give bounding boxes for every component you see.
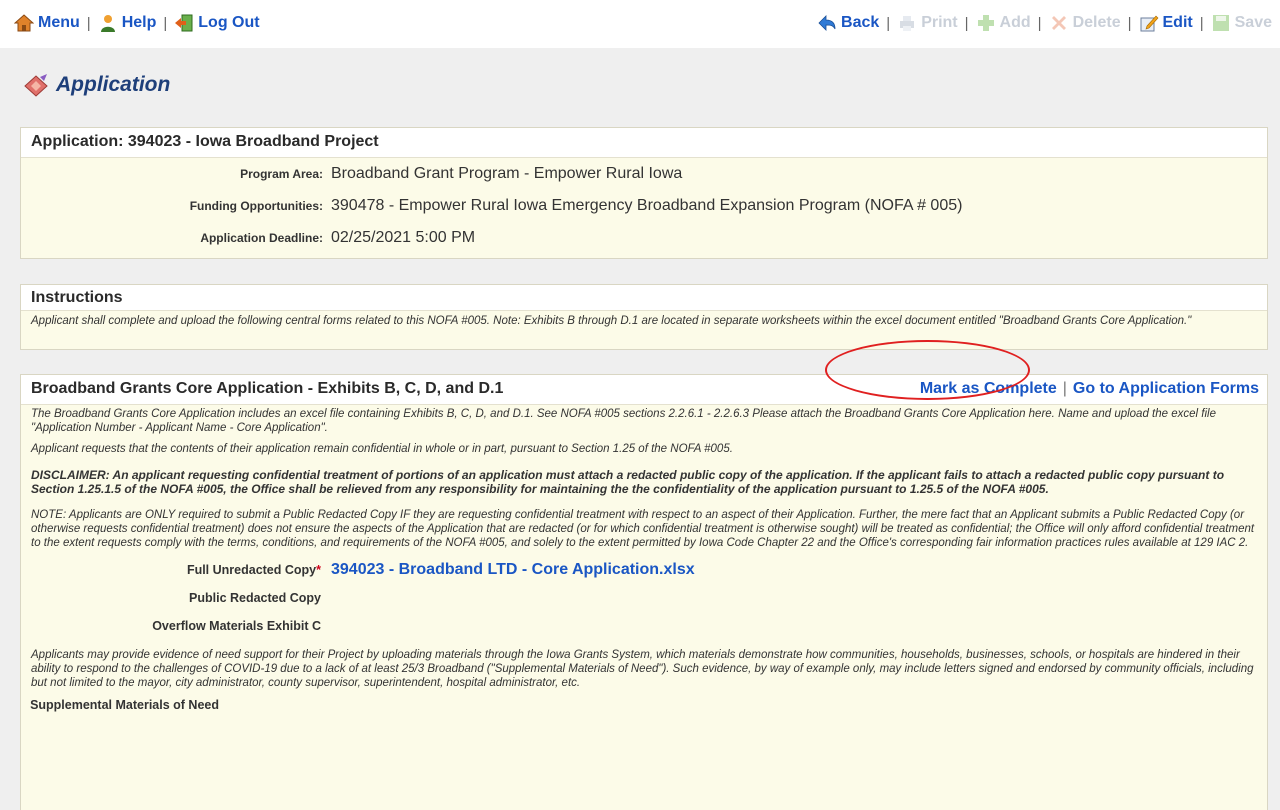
application-icon bbox=[24, 74, 48, 97]
funding-opportunities-row: Funding Opportunities: 390478 - Empower … bbox=[21, 190, 1267, 222]
instructions-text: Applicant shall complete and upload the … bbox=[31, 315, 1192, 327]
menu-link[interactable]: Menu bbox=[14, 13, 80, 33]
nav-left: Menu | Help | Log Out bbox=[14, 13, 260, 33]
print-label: Print bbox=[921, 14, 958, 31]
core-application-header-bar: Broadband Grants Core Application - Exhi… bbox=[21, 375, 1267, 405]
full-copy-file-link[interactable]: 394023 - Broadband LTD - Core Applicatio… bbox=[331, 561, 695, 579]
note-text: NOTE: Applicants are ONLY required to su… bbox=[31, 509, 1255, 549]
core-application-panel: Broadband Grants Core Application - Exhi… bbox=[20, 374, 1268, 810]
nav-separator: | bbox=[1127, 14, 1132, 32]
go-to-forms-link[interactable]: Go to Application Forms bbox=[1073, 380, 1259, 398]
application-deadline-row: Application Deadline: 02/25/2021 5:00 PM bbox=[21, 222, 1267, 254]
program-area-value: Broadband Grant Program - Empower Rural … bbox=[331, 165, 683, 182]
public-copy-row: Public Redacted Copy bbox=[21, 584, 1267, 612]
save-link[interactable]: Save bbox=[1211, 13, 1272, 33]
save-disk-icon bbox=[1212, 15, 1229, 31]
save-label: Save bbox=[1234, 14, 1272, 31]
nav-separator: | bbox=[964, 14, 969, 32]
full-copy-row: Full Unredacted Copy* 394023 - Broadband… bbox=[21, 556, 1267, 584]
nav-right: Back | Print | Add | Delete | Edit | Sav… bbox=[817, 13, 1272, 33]
funding-opportunities-value: 390478 - Empower Rural Iowa Emergency Br… bbox=[331, 197, 963, 214]
top-toolbar: Menu | Help | Log Out Back | Print | Add… bbox=[0, 0, 1280, 48]
instructions-panel: Instructions Applicant shall complete an… bbox=[20, 284, 1268, 350]
back-link[interactable]: Back bbox=[817, 13, 879, 33]
core-application-header: Broadband Grants Core Application - Exhi… bbox=[31, 380, 504, 397]
confidential-request-text: Applicant requests that the contents of … bbox=[31, 443, 733, 455]
house-icon bbox=[14, 14, 34, 32]
core-intro-text: The Broadband Grants Core Application in… bbox=[31, 408, 1216, 434]
delete-label: Delete bbox=[1072, 14, 1121, 31]
logout-label: Log Out bbox=[198, 14, 260, 31]
add-label: Add bbox=[999, 14, 1031, 31]
nav-separator: | bbox=[86, 14, 91, 32]
application-header: Application: 394023 - Iowa Broadband Pro… bbox=[21, 128, 1267, 158]
logout-link[interactable]: Log Out bbox=[174, 13, 260, 33]
action-separator: | bbox=[1062, 380, 1067, 397]
print-link[interactable]: Print bbox=[897, 13, 958, 33]
page-title-area: Application bbox=[22, 72, 170, 98]
plus-icon bbox=[977, 15, 994, 31]
printer-icon bbox=[900, 16, 915, 31]
page-title: Application bbox=[56, 73, 171, 96]
back-label: Back bbox=[841, 14, 880, 31]
application-deadline-label: Application Deadline: bbox=[200, 231, 323, 245]
door-exit-icon bbox=[175, 14, 193, 32]
supplemental-label: Supplemental Materials of Need bbox=[30, 698, 219, 712]
instructions-header: Instructions bbox=[21, 285, 1267, 311]
nav-separator: | bbox=[1037, 14, 1042, 32]
help-link[interactable]: Help bbox=[98, 13, 157, 33]
application-panel: Application: 394023 - Iowa Broadband Pro… bbox=[20, 127, 1268, 259]
edit-link[interactable]: Edit bbox=[1139, 13, 1193, 33]
overflow-row: Overflow Materials Exhibit C bbox=[21, 612, 1267, 640]
delete-x-icon bbox=[1051, 16, 1066, 30]
supplemental-row: Supplemental Materials of Need bbox=[21, 690, 1267, 720]
nav-separator: | bbox=[163, 14, 168, 32]
public-copy-label: Public Redacted Copy bbox=[189, 591, 321, 605]
edit-pencil-icon bbox=[1140, 15, 1158, 32]
overflow-label: Overflow Materials Exhibit C bbox=[152, 619, 321, 633]
required-marker: * bbox=[316, 563, 321, 577]
person-help-icon bbox=[100, 15, 115, 32]
full-copy-label: Full Unredacted Copy bbox=[186, 563, 317, 577]
menu-label: Menu bbox=[38, 14, 80, 31]
delete-link[interactable]: Delete bbox=[1049, 13, 1121, 33]
nav-separator: | bbox=[1199, 14, 1204, 32]
program-area-row: Program Area: Broadband Grant Program - … bbox=[21, 158, 1267, 190]
program-area-label: Program Area: bbox=[240, 167, 323, 181]
edit-label: Edit bbox=[1162, 14, 1193, 31]
help-label: Help bbox=[121, 14, 157, 31]
full-copy-label-cell: Full Unredacted Copy* bbox=[21, 563, 331, 577]
supplemental-text: Applicants may provide evidence of need … bbox=[31, 649, 1254, 689]
disclaimer-text: DISCLAIMER: An applicant requesting conf… bbox=[31, 468, 1225, 496]
highlight-ellipse bbox=[825, 340, 1030, 400]
funding-opportunities-label: Funding Opportunities: bbox=[189, 199, 323, 213]
add-link[interactable]: Add bbox=[976, 13, 1031, 33]
application-deadline-value: 02/25/2021 5:00 PM bbox=[331, 229, 476, 246]
nav-separator: | bbox=[886, 14, 891, 32]
back-arrow-icon bbox=[818, 15, 836, 31]
